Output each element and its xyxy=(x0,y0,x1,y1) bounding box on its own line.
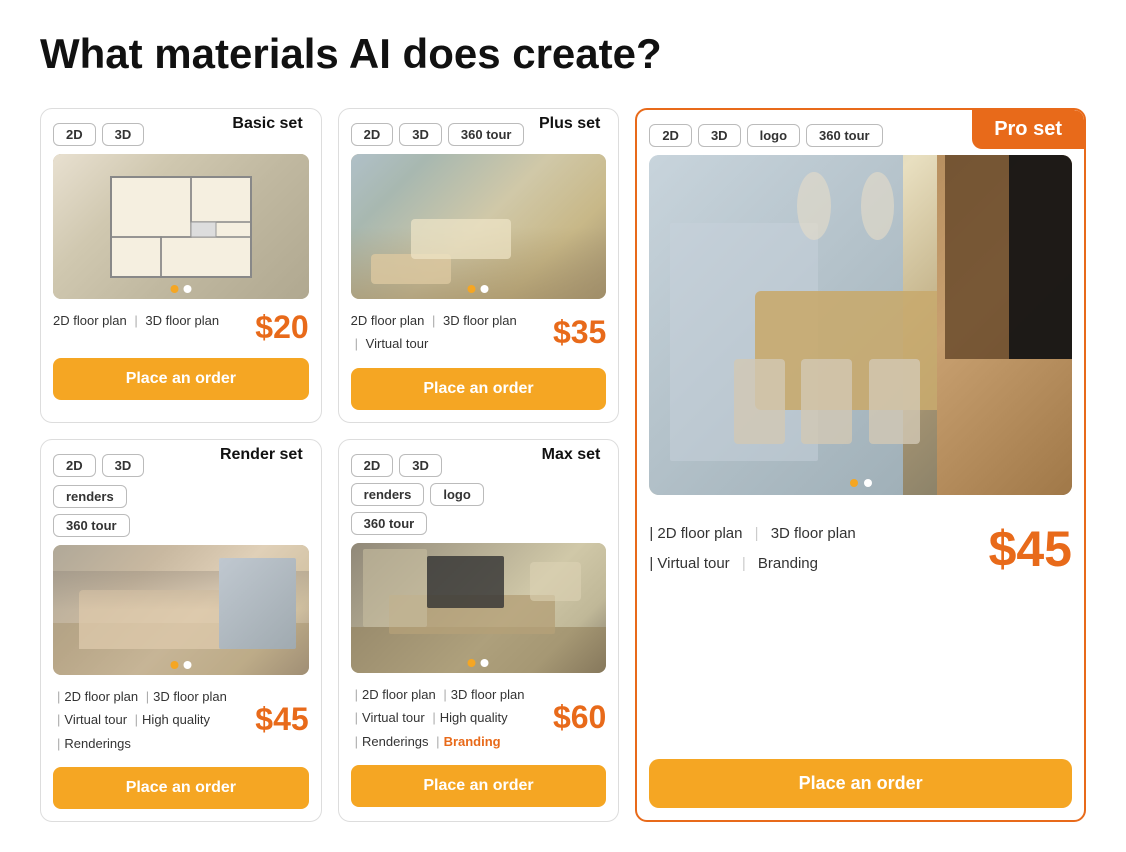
pro-set-bottom: | 2D floor plan | 3D floor plan | Virtua… xyxy=(649,519,1072,579)
plus-set-card: Plus set 2D 3D 360 tour 2D floor plan | xyxy=(338,108,620,423)
feat-2d-floor: 2D floor plan xyxy=(362,687,436,702)
tag-2d: 2D xyxy=(53,454,96,477)
tag-2d: 2D xyxy=(53,123,96,146)
max-set-dots xyxy=(468,659,489,667)
basic-set-body: 2D floor plan | 3D floor plan $20 xyxy=(53,309,309,346)
max-set-title: Max set xyxy=(524,440,619,470)
feat-virtual-tour: Virtual tour xyxy=(657,555,729,572)
tag-3d: 3D xyxy=(102,454,145,477)
tag-3d: 3D xyxy=(399,123,442,146)
tag-3d: 3D xyxy=(102,123,145,146)
tag-360: 360 tour xyxy=(53,514,130,537)
max-set-image xyxy=(351,543,607,673)
pro-set-title: Pro set xyxy=(972,110,1084,149)
feat-renderings: Renderings xyxy=(64,736,131,751)
dot-active xyxy=(468,659,476,667)
feat-hq: High quality xyxy=(142,712,210,727)
feat-3d-floor: 3D floor plan xyxy=(771,525,856,542)
render-set-title: Render set xyxy=(202,440,321,470)
render-set-body: |2D floor plan |3D floor plan |Virtual t… xyxy=(53,685,309,755)
tag-3d: 3D xyxy=(698,124,741,147)
plus-set-order-button[interactable]: Place an order xyxy=(351,368,607,410)
dot-inactive xyxy=(481,285,489,293)
render-set-dots xyxy=(170,661,191,669)
pro-set-card: Pro set 2D 3D logo 360 tour xyxy=(635,108,1086,822)
feat-virtual: Virtual tour xyxy=(64,712,127,727)
feat-3d-floor: 3D floor plan xyxy=(443,313,517,328)
feat-branding: Branding xyxy=(444,734,501,749)
basic-set-order-button[interactable]: Place an order xyxy=(53,358,309,400)
feat-3d-floor: 3D floor plan xyxy=(451,687,525,702)
page-title: What materials AI does create? xyxy=(40,30,1086,78)
plus-set-features: 2D floor plan | 3D floor plan | Virtual … xyxy=(351,309,517,356)
dot-active xyxy=(468,285,476,293)
max-set-order-button[interactable]: Place an order xyxy=(351,765,607,807)
feat-virtual-tour: Virtual tour xyxy=(366,336,429,351)
dot-inactive xyxy=(481,659,489,667)
tag-360: 360 tour xyxy=(351,512,428,535)
tag-2d: 2D xyxy=(351,454,394,477)
feat-branding: Branding xyxy=(758,555,818,572)
plus-set-title: Plus set xyxy=(521,109,618,139)
render-set-price: $45 xyxy=(255,701,308,738)
tag-3d: 3D xyxy=(399,454,442,477)
render-set-order-button[interactable]: Place an order xyxy=(53,767,309,809)
floor-plan-svg xyxy=(101,167,261,287)
basic-set-title: Basic set xyxy=(214,109,320,139)
basic-set-price: $20 xyxy=(255,309,308,346)
tag-360: 360 tour xyxy=(806,124,883,147)
dot-inactive xyxy=(183,285,191,293)
feat-2d-floor: 2D floor plan xyxy=(657,525,742,542)
render-set-features: |2D floor plan |3D floor plan |Virtual t… xyxy=(53,685,227,755)
feat-hq: High quality xyxy=(440,710,508,725)
pro-set-price: $45 xyxy=(989,520,1072,578)
tag-logo: logo xyxy=(747,124,800,147)
pro-set-dots xyxy=(850,479,872,487)
basic-set-image xyxy=(53,154,309,299)
plus-set-price: $35 xyxy=(553,314,606,351)
dot-active xyxy=(170,661,178,669)
dot-active xyxy=(170,285,178,293)
feat-renderings: Renderings xyxy=(362,734,429,749)
dot-active xyxy=(850,479,858,487)
render-set-image xyxy=(53,545,309,675)
tag-renders: renders xyxy=(351,483,425,506)
max-set-card: Max set 2D 3D renders logo 360 tour xyxy=(338,439,620,822)
max-set-features: |2D floor plan |3D floor plan |Virtual t… xyxy=(351,683,525,753)
dot-inactive xyxy=(183,661,191,669)
feat-virtual: Virtual tour xyxy=(362,710,425,725)
pro-set-image xyxy=(649,155,1072,495)
tag-360: 360 tour xyxy=(448,123,525,146)
max-set-price: $60 xyxy=(553,699,606,736)
tag-2d: 2D xyxy=(351,123,394,146)
render-set-card: Render set 2D 3D renders 360 tour xyxy=(40,439,322,822)
plus-set-dots xyxy=(468,285,489,293)
plus-set-image xyxy=(351,154,607,299)
pro-set-order-button[interactable]: Place an order xyxy=(649,759,1072,808)
feat-3d-floor: 3D floor plan xyxy=(153,689,227,704)
cards-grid: Basic set 2D 3D xyxy=(40,108,1086,822)
feat-2d-floor: 2D floor plan xyxy=(351,313,425,328)
feat-2d-floor: 2D floor plan xyxy=(53,313,127,328)
feat-3d-floor: 3D floor plan xyxy=(145,313,219,328)
tag-logo: logo xyxy=(430,483,483,506)
max-set-body: |2D floor plan |3D floor plan |Virtual t… xyxy=(351,683,607,753)
basic-set-features: 2D floor plan | 3D floor plan xyxy=(53,309,219,332)
dot-inactive xyxy=(864,479,872,487)
basic-set-card: Basic set 2D 3D xyxy=(40,108,322,423)
tag-2d: 2D xyxy=(649,124,692,147)
pro-set-features: | 2D floor plan | 3D floor plan | Virtua… xyxy=(649,519,855,579)
basic-set-dots xyxy=(170,285,191,293)
tag-renders: renders xyxy=(53,485,127,508)
feat-2d-floor: 2D floor plan xyxy=(64,689,138,704)
plus-set-body: 2D floor plan | 3D floor plan | Virtual … xyxy=(351,309,607,356)
